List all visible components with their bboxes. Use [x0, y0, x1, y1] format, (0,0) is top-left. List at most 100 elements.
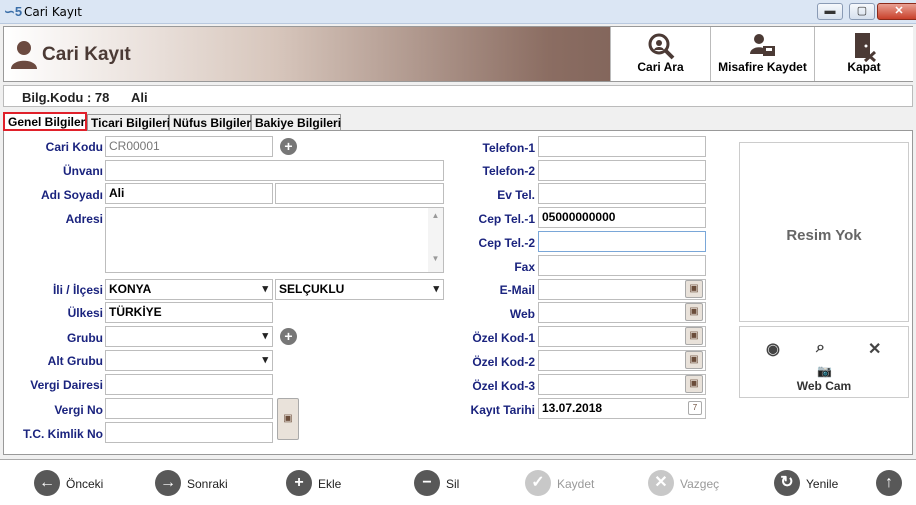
altgrubu-select[interactable] — [105, 350, 273, 371]
tc-input[interactable] — [105, 422, 273, 443]
kayit-tarihi-input[interactable]: 13.07.2018 — [538, 398, 706, 419]
info-name: Ali — [131, 90, 148, 105]
evtel-input[interactable] — [538, 183, 706, 204]
web-input[interactable] — [538, 302, 706, 323]
ulke-label: Ülkesi — [67, 306, 103, 320]
cancel-button[interactable]: ✕ Vazgeç — [648, 470, 728, 498]
altgrubu-label: Alt Grubu — [47, 354, 103, 368]
add-cari-kodu-icon[interactable]: + — [280, 138, 297, 155]
grubu-label: Grubu — [67, 331, 103, 345]
ozelkod2-label: Özel Kod-2 — [472, 355, 535, 369]
zoom-icon[interactable]: ⌕ — [816, 339, 825, 357]
next-button[interactable]: → Sonraki — [155, 470, 235, 498]
arrow-up-icon: ↑ — [876, 470, 902, 496]
cep2-input[interactable] — [538, 231, 706, 252]
cari-ara-label: Cari Ara — [637, 60, 684, 74]
guest-save-icon — [749, 34, 775, 56]
tel2-input[interactable] — [538, 160, 706, 181]
web-lookup-icon[interactable]: ▣ — [685, 303, 703, 321]
ilce-select[interactable]: SELÇUKLU — [275, 279, 444, 300]
vergi-dairesi-input[interactable] — [105, 374, 273, 395]
adres-label: Adresi — [65, 212, 103, 226]
cari-kodu-input[interactable]: CR00001 — [105, 136, 273, 157]
tab-ticari-bilgileri[interactable]: Ticari Bilgileri — [87, 114, 170, 131]
webcam-icon[interactable]: ◉ — [766, 339, 780, 359]
photo-frame: Resim Yok — [739, 142, 909, 322]
tab-nufus-bilgileri[interactable]: Nüfus Bilgileri — [169, 114, 254, 131]
adres-scrollbar[interactable]: ▲ ▼ — [428, 208, 443, 272]
soyad-input[interactable] — [275, 183, 444, 204]
web-label: Web — [509, 307, 535, 321]
cep1-label: Cep Tel.-1 — [478, 212, 535, 226]
info-bar: Bilg.Kodu : 78 Ali — [3, 85, 913, 107]
misafire-kaydet-label: Misafire Kaydet — [718, 60, 807, 74]
minus-icon: − — [414, 470, 440, 496]
ozelkod2-input[interactable] — [538, 350, 706, 371]
ozelkod1-lookup-icon[interactable]: ▣ — [685, 327, 703, 345]
door-close-icon — [855, 33, 877, 62]
next-label: Sonraki — [187, 477, 228, 491]
scroll-top-button[interactable]: ↑ — [876, 470, 904, 498]
no-image-text: Resim Yok — [786, 227, 862, 244]
add-grubu-icon[interactable]: + — [280, 328, 297, 345]
grubu-select[interactable] — [105, 326, 273, 347]
tab-bakiye-bilgileri[interactable]: Bakiye Bilgileri — [251, 114, 341, 131]
fax-label: Fax — [514, 260, 535, 274]
cancel-icon: ✕ — [648, 470, 674, 496]
kapat-button[interactable]: Kapat — [814, 27, 913, 81]
ozelkod2-lookup-icon[interactable]: ▣ — [685, 351, 703, 369]
il-label: İli / İlçesi — [52, 283, 103, 297]
add-button[interactable]: + Ekle — [286, 470, 356, 498]
bilg-kodu: Bilg.Kodu : 78 — [22, 90, 110, 105]
refresh-label: Yenile — [806, 477, 839, 491]
maximize-button[interactable]: ▢ — [849, 3, 875, 20]
cancel-label: Vazgeç — [680, 477, 720, 491]
adres-textarea[interactable] — [105, 207, 444, 273]
tab-genel-bilgiler[interactable]: Genel Bilgiler — [3, 112, 87, 131]
adsoyad-label: Adı Soyadı — [40, 188, 103, 202]
il-select[interactable]: KONYA — [105, 279, 273, 300]
kapat-label: Kapat — [847, 60, 881, 74]
arrow-left-icon: ← — [34, 470, 60, 496]
delete-button[interactable]: − Sil — [414, 470, 474, 498]
save-button[interactable]: ✓ Kaydet — [525, 470, 605, 498]
save-label: Kaydet — [557, 477, 595, 491]
ozelkod1-input[interactable] — [538, 326, 706, 347]
misafire-kaydet-button[interactable]: Misafire Kaydet — [710, 27, 814, 81]
delete-label: Sil — [446, 477, 460, 491]
tc-label: T.C. Kimlik No — [22, 427, 103, 441]
ad-input[interactable]: Ali — [105, 183, 273, 204]
prev-button[interactable]: ← Önceki — [34, 470, 114, 498]
ozelkod3-lookup-icon[interactable]: ▣ — [685, 375, 703, 393]
window-titlebar: ∽5 Cari Kayıt ▬ ▢ ✕ — [0, 0, 916, 24]
refresh-icon: ↻ — [774, 470, 800, 496]
remove-photo-icon[interactable]: ✕ — [868, 339, 881, 359]
search-icon — [648, 33, 674, 60]
form-header: Cari Kayıt Cari Ara Misafire Kaydet Kapa… — [3, 26, 913, 82]
vergi-lookup-icon[interactable]: ▣ — [277, 398, 299, 440]
unvani-input[interactable] — [105, 160, 444, 181]
kayit-tarihi-label: Kayıt Tarihi — [470, 403, 535, 417]
ulke-input[interactable]: TÜRKİYE — [105, 302, 273, 323]
calendar-icon[interactable]: 7 — [688, 401, 702, 415]
vergi-no-label: Vergi No — [54, 403, 103, 417]
camera-icon[interactable]: 📷 — [817, 364, 832, 378]
tel1-input[interactable] — [538, 136, 706, 157]
cari-ara-button[interactable]: Cari Ara — [610, 27, 710, 81]
ozelkod3-label: Özel Kod-3 — [472, 379, 535, 393]
minimize-button[interactable]: ▬ — [817, 3, 843, 20]
ozelkod3-input[interactable] — [538, 374, 706, 395]
tel2-label: Telefon-2 — [482, 164, 535, 178]
cep1-input[interactable]: 05000000000 — [538, 207, 706, 228]
fax-input[interactable] — [538, 255, 706, 276]
window-close-button[interactable]: ✕ — [877, 3, 916, 20]
refresh-button[interactable]: ↻ Yenile — [774, 470, 854, 498]
arrow-right-icon: → — [155, 470, 181, 496]
ozelkod1-label: Özel Kod-1 — [472, 331, 535, 345]
email-input[interactable] — [538, 279, 706, 300]
tel1-label: Telefon-1 — [482, 141, 535, 155]
vergi-no-input[interactable] — [105, 398, 273, 419]
email-lookup-icon[interactable]: ▣ — [685, 280, 703, 298]
cari-kodu-label: Cari Kodu — [45, 140, 103, 154]
user-icon — [11, 41, 37, 69]
